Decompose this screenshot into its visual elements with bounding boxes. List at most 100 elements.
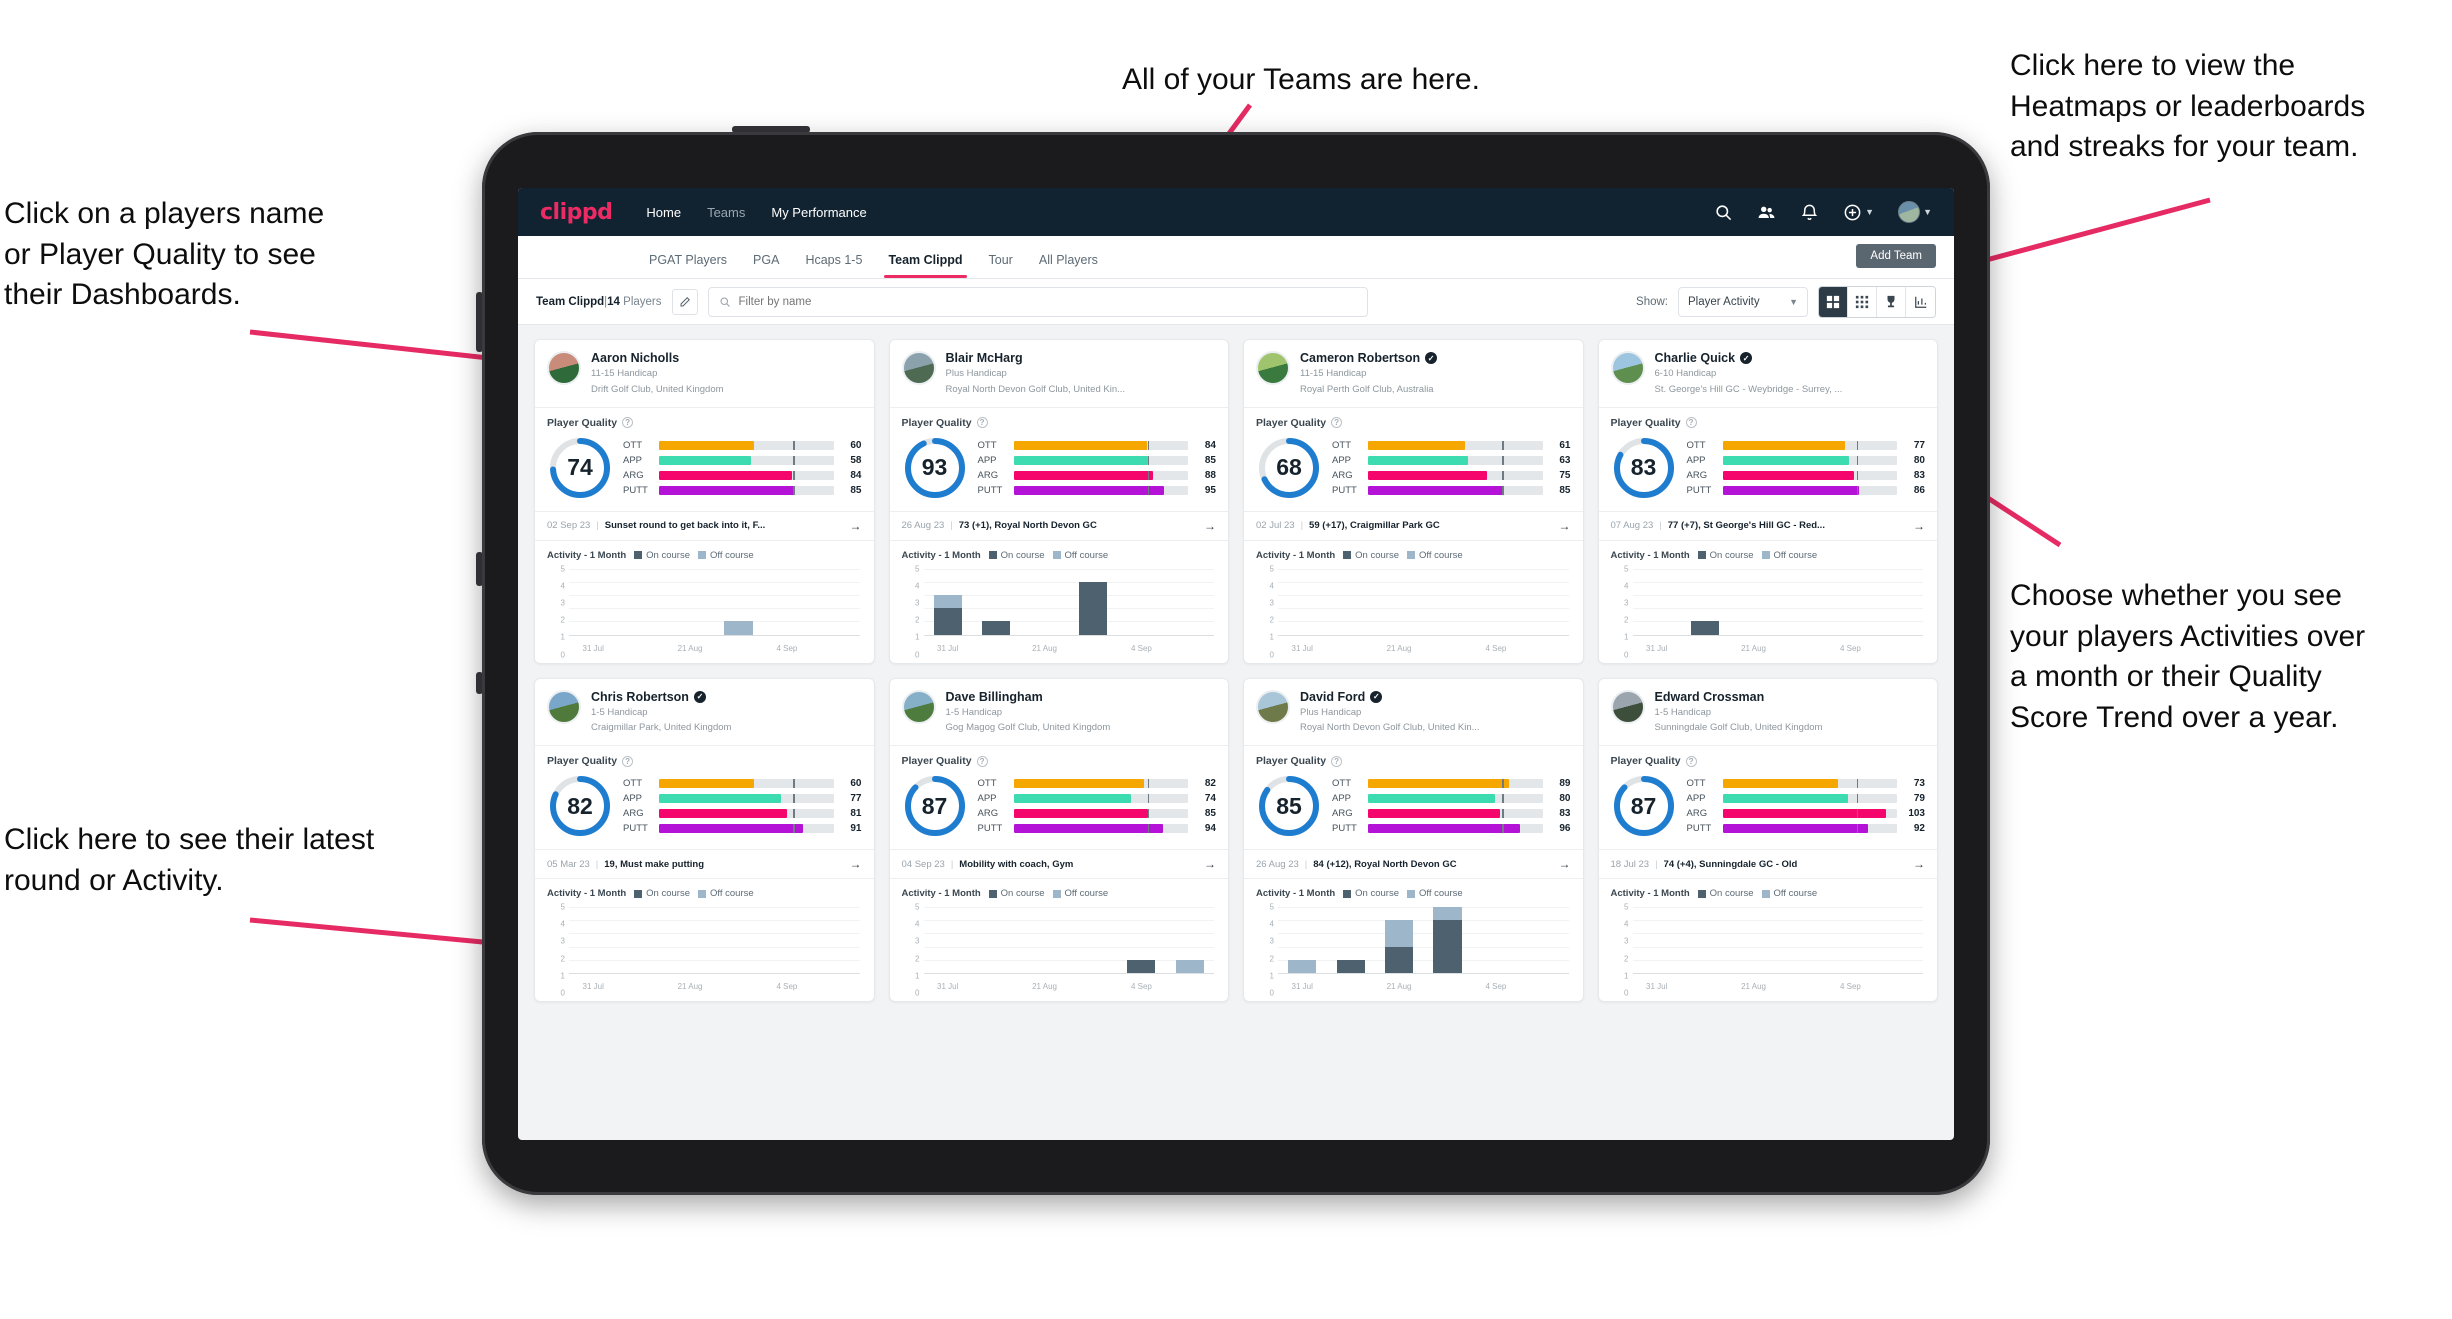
- arrow-right-icon[interactable]: →: [1204, 857, 1216, 871]
- player-name[interactable]: Blair McHarg: [946, 351, 1126, 365]
- round-description: 84 (+12), Royal North Devon GC: [1313, 858, 1457, 870]
- player-card-header[interactable]: Cameron Robertson ✓ 11-15 Handicap Royal Pe…: [1244, 340, 1583, 407]
- stats-view-button[interactable]: [1906, 286, 1935, 317]
- help-icon[interactable]: ?: [622, 417, 634, 429]
- subtab-all-players[interactable]: All Players: [1026, 253, 1111, 278]
- nav-home[interactable]: Home: [646, 205, 681, 220]
- x-axis-labels: 31 Jul 21 Aug 4 Sep: [1633, 644, 1924, 653]
- subtab-tour[interactable]: Tour: [976, 253, 1026, 278]
- player-card[interactable]: Chris Robertson ✓ 1-5 Handicap Craigmillar …: [534, 677, 875, 1003]
- player-quality-section[interactable]: Player Quality? 83 OTT 77 APP 80 ARG 83 PUTT 86: [1599, 408, 1938, 511]
- player-quality-section[interactable]: Player Quality? 82 OTT 60 APP 77 ARG 81 PUTT 91: [535, 746, 874, 849]
- arrow-right-icon[interactable]: →: [850, 519, 862, 533]
- skill-value: 95: [1204, 484, 1216, 496]
- player-card-header[interactable]: Dave Billingham 1-5 Handicap Gog Magog Gol…: [890, 679, 1229, 746]
- search-icon[interactable]: [1714, 203, 1733, 222]
- skill-bar-fill: [659, 440, 755, 450]
- help-icon[interactable]: ?: [976, 417, 988, 429]
- player-card-header[interactable]: Aaron Nicholls 11-15 Handicap Drift Golf C…: [535, 340, 874, 407]
- y-axis-tick: 4: [1624, 581, 1629, 591]
- verified-badge-icon: ✓: [1425, 352, 1438, 364]
- player-quality-section[interactable]: Player Quality? 85 OTT 89 APP 80 ARG 83 PUTT 96: [1244, 746, 1583, 849]
- clippd-logo[interactable]: clippd: [540, 200, 613, 225]
- arrow-right-icon[interactable]: →: [1559, 519, 1571, 533]
- player-card[interactable]: Blair McHarg Plus Handicap Royal North Dev…: [888, 339, 1229, 664]
- latest-round-row[interactable]: 04 Sep 23 | Mobility with coach, Gym →: [889, 849, 1228, 880]
- search-box[interactable]: [707, 286, 1368, 317]
- help-icon[interactable]: ?: [1685, 417, 1697, 429]
- player-quality-section[interactable]: Player Quality? 68 OTT 61 APP 63 ARG 75 PUTT 85: [1244, 408, 1583, 511]
- nav-teams[interactable]: Teams: [707, 205, 745, 220]
- latest-round-row[interactable]: 02 Jul 23 | 59 (+17), Craigmillar Park GC →: [1244, 510, 1583, 541]
- legend-label: On course: [1355, 549, 1399, 561]
- player-card[interactable]: Aaron Nicholls 11-15 Handicap Drift Golf C…: [534, 339, 875, 664]
- player-card[interactable]: Edward Crossman 1-5 Handicap Sunningdale G…: [1597, 677, 1938, 1003]
- player-quality-section[interactable]: Player Quality? 93 OTT 84 APP 85 ARG 88 PUTT 95: [890, 408, 1229, 511]
- player-quality-section[interactable]: Player Quality? 87 OTT 82 APP 74 ARG 85 PUTT 94: [890, 746, 1229, 849]
- player-card-header[interactable]: Blair McHarg Plus Handicap Royal North Dev…: [890, 340, 1229, 407]
- arrow-right-icon[interactable]: →: [850, 857, 862, 871]
- latest-round-row[interactable]: 26 Aug 23 | 73 (+1), Royal North Devon GC →: [889, 510, 1228, 541]
- grid-large-view-button[interactable]: [1819, 286, 1848, 317]
- subtab-team-clippd[interactable]: Team Clippd: [875, 253, 975, 278]
- latest-round-row[interactable]: 07 Aug 23 | 77 (+7), St George's Hill GC -…: [1598, 510, 1937, 541]
- add-menu[interactable]: ▼: [1843, 203, 1874, 222]
- arrow-right-icon[interactable]: →: [1559, 857, 1571, 871]
- y-axis-tick: 1: [1269, 971, 1274, 981]
- latest-round-row[interactable]: 05 Mar 23 | 19, Must make putting →: [535, 849, 874, 880]
- skill-bar-track: [1722, 455, 1897, 465]
- player-name[interactable]: Chris Robertson ✓: [591, 690, 731, 704]
- latest-round-row[interactable]: 02 Sep 23 | Sunset round to get back into …: [535, 510, 874, 541]
- user-menu[interactable]: ▼: [1898, 201, 1932, 223]
- player-name[interactable]: Edward Crossman: [1655, 690, 1823, 704]
- latest-round-row[interactable]: 18 Jul 23 | 74 (+4), Sunningdale GC - Old →: [1598, 849, 1937, 880]
- help-icon[interactable]: ?: [976, 755, 988, 767]
- add-team-button[interactable]: Add Team: [1856, 244, 1936, 268]
- player-card[interactable]: Charlie Quick ✓ 6-10 Handicap St. George's …: [1597, 339, 1938, 664]
- player-quality-section[interactable]: Player Quality? 74 OTT 60 APP 58 ARG 84 PUTT 85: [535, 408, 874, 511]
- people-icon[interactable]: [1757, 203, 1776, 222]
- bell-icon[interactable]: [1800, 203, 1819, 222]
- trophy-view-button[interactable]: [1877, 286, 1906, 317]
- skill-value: 91: [850, 823, 862, 835]
- chart-bar-column: [1633, 569, 1681, 635]
- arrow-right-icon[interactable]: →: [1913, 857, 1925, 871]
- skill-bar-fill: [659, 779, 755, 789]
- player-name[interactable]: David Ford ✓: [1300, 690, 1480, 704]
- help-icon[interactable]: ?: [622, 755, 634, 767]
- help-icon[interactable]: ?: [1331, 417, 1343, 429]
- x-axis-tick: 21 Aug: [1032, 643, 1058, 653]
- player-card[interactable]: Dave Billingham 1-5 Handicap Gog Magog Gol…: [888, 677, 1229, 1003]
- subtab-hcaps-1-5[interactable]: Hcaps 1-5: [792, 253, 875, 278]
- player-card-header[interactable]: David Ford ✓ Plus Handicap Royal North Devo…: [1244, 679, 1583, 746]
- help-icon[interactable]: ?: [1685, 755, 1697, 767]
- player-card[interactable]: Cameron Robertson ✓ 11-15 Handicap Royal Pe…: [1243, 339, 1584, 664]
- arrow-right-icon[interactable]: →: [1913, 519, 1925, 533]
- latest-round-row[interactable]: 26 Aug 23 | 84 (+12), Royal North Devon GC…: [1244, 849, 1583, 880]
- legend-swatch: [988, 551, 997, 560]
- search-input[interactable]: [738, 295, 1357, 308]
- avatar[interactable]: [1898, 201, 1921, 223]
- player-quality-title: Player Quality?: [547, 417, 862, 429]
- gridline: [923, 634, 1214, 636]
- grid-small-view-button[interactable]: [1848, 286, 1877, 317]
- subtab-pgat-players[interactable]: PGAT Players: [636, 253, 740, 278]
- skill-bar-fill: [1368, 809, 1500, 819]
- player-card-header[interactable]: Chris Robertson ✓ 1-5 Handicap Craigmillar …: [535, 679, 874, 746]
- arrow-right-icon[interactable]: →: [1204, 519, 1216, 533]
- edit-team-button[interactable]: [671, 288, 698, 315]
- player-card-header[interactable]: Edward Crossman 1-5 Handicap Sunningdale G…: [1599, 679, 1938, 746]
- skill-row: APP 77: [623, 793, 862, 804]
- help-icon[interactable]: ?: [1331, 755, 1343, 767]
- plus-circle-icon[interactable]: [1843, 203, 1862, 222]
- show-select[interactable]: Player Activity ▼: [1678, 286, 1808, 317]
- subtab-pga[interactable]: PGA: [740, 253, 792, 278]
- player-name[interactable]: Cameron Robertson ✓: [1300, 351, 1438, 365]
- player-card-header[interactable]: Charlie Quick ✓ 6-10 Handicap St. George's …: [1599, 340, 1938, 407]
- player-card[interactable]: David Ford ✓ Plus Handicap Royal North Devo…: [1243, 677, 1584, 1003]
- player-name[interactable]: Dave Billingham: [946, 690, 1111, 704]
- nav-my-performance[interactable]: My Performance: [771, 205, 866, 220]
- player-quality-section[interactable]: Player Quality? 87 OTT 73 APP 79 ARG 103 PUTT 92: [1599, 746, 1938, 849]
- player-name[interactable]: Aaron Nicholls: [591, 351, 724, 365]
- player-name[interactable]: Charlie Quick ✓: [1655, 351, 1843, 365]
